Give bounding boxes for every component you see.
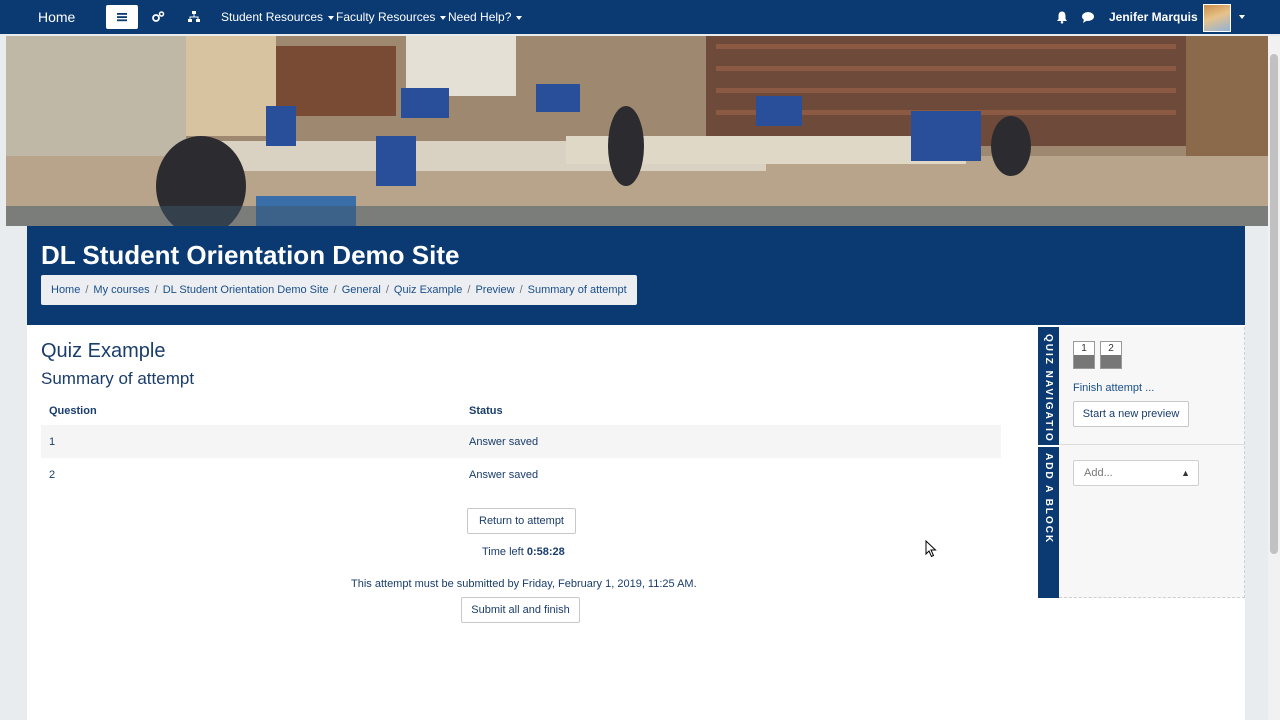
page-scrollbar[interactable]	[1268, 36, 1280, 720]
nav-menu-label: Student Resources	[221, 10, 324, 24]
column-header-status: Status	[469, 405, 503, 417]
caret-down-icon	[440, 15, 447, 20]
nav-menu-need-help[interactable]: Need Help?	[448, 10, 523, 24]
breadcrumb-separator: /	[385, 284, 389, 296]
bell-icon[interactable]	[1055, 10, 1069, 24]
answered-indicator	[1101, 355, 1121, 368]
breadcrumb-item[interactable]: Preview	[475, 284, 514, 296]
column-header-question: Question	[49, 405, 97, 417]
question-status: Answer saved	[469, 468, 539, 481]
library-photo	[6, 36, 1268, 226]
question-status: Answer saved	[469, 435, 539, 448]
quiz-title: Quiz Example	[41, 340, 166, 362]
breadcrumb-item[interactable]: General	[342, 284, 381, 296]
start-new-preview-button[interactable]: Start a new preview	[1073, 401, 1189, 427]
page-header: DL Student Orientation Demo Site Home / M…	[27, 226, 1245, 325]
breadcrumb-separator: /	[85, 284, 89, 296]
nav-menu-label: Need Help?	[448, 10, 512, 24]
time-left-label: Time left	[482, 546, 524, 558]
breadcrumb-separator: /	[154, 284, 158, 296]
breadcrumb-item[interactable]: Quiz Example	[394, 284, 462, 296]
question-nav-number: 1	[1081, 343, 1087, 354]
summary-title: Summary of attempt	[41, 369, 195, 388]
answered-indicator	[1074, 355, 1094, 368]
tab-quiz-navigation[interactable]: QUIZ NAVIGATIO	[1038, 331, 1059, 445]
site-title: DL Student Orientation Demo Site	[41, 240, 460, 270]
question-number[interactable]: 2	[49, 469, 55, 481]
tab-add-block[interactable]: ADD A BLOCK	[1038, 449, 1059, 549]
question-nav-button[interactable]: 1	[1073, 341, 1095, 369]
nav-menu-faculty-resources[interactable]: Faculty Resources	[336, 10, 447, 24]
breadcrumb-separator: /	[467, 284, 471, 296]
scrollbar-thumb[interactable]	[1270, 54, 1278, 554]
breadcrumb-separator: /	[333, 284, 337, 296]
breadcrumb: Home / My courses / DL Student Orientation…	[41, 275, 637, 305]
submit-deadline-note: This attempt must be submitted by Friday…	[351, 578, 697, 590]
hamburger-icon	[117, 13, 127, 22]
return-to-attempt-button[interactable]: Return to attempt	[467, 508, 576, 534]
caret-down-icon	[328, 15, 335, 20]
table-row: 2 Answer saved	[41, 458, 1001, 491]
block-drawer-strip: QUIZ NAVIGATIO ADD A BLOCK	[1038, 327, 1059, 598]
select-arrows-icon: ▲	[1181, 468, 1190, 478]
breadcrumb-item-current[interactable]: Summary of attempt	[528, 284, 627, 296]
add-block-select-value: Add...	[1084, 467, 1113, 479]
quiz-navigation-panel: 1 2 Finish attempt ... Start a new previ…	[1059, 327, 1245, 598]
nav-menu-student-resources[interactable]: Student Resources	[221, 10, 335, 24]
user-name[interactable]: Jenifer Marquis	[1109, 10, 1198, 24]
hero-image	[6, 36, 1268, 226]
add-block-select[interactable]: Add... ▲	[1073, 460, 1199, 486]
tab-label: QUIZ NAVIGATIO	[1043, 333, 1054, 443]
caret-down-icon[interactable]	[1239, 15, 1245, 19]
top-navbar: Home Student Resources Faculty Resources…	[0, 0, 1280, 34]
finish-attempt-link[interactable]: Finish attempt ...	[1073, 382, 1154, 394]
question-nav-number: 2	[1108, 343, 1114, 354]
divider	[1059, 444, 1245, 445]
breadcrumb-separator: /	[519, 284, 523, 296]
tab-label: ADD A BLOCK	[1043, 453, 1054, 545]
avatar[interactable]	[1203, 4, 1231, 32]
nav-home-link[interactable]: Home	[38, 9, 75, 25]
time-left-value: 0:58:28	[526, 546, 565, 558]
time-left: Time left 0:58:28	[482, 546, 565, 558]
breadcrumb-item[interactable]: DL Student Orientation Demo Site	[163, 284, 329, 296]
question-nav-button[interactable]: 2	[1100, 341, 1122, 369]
divider	[1038, 445, 1059, 447]
caret-down-icon	[516, 15, 523, 20]
nav-menu-label: Faculty Resources	[336, 10, 436, 24]
chat-icon[interactable]	[1081, 10, 1095, 24]
sitemap-icon[interactable]	[187, 10, 201, 24]
submit-all-and-finish-button[interactable]: Submit all and finish	[461, 597, 580, 623]
question-number[interactable]: 1	[49, 436, 55, 448]
mouse-cursor-icon	[925, 540, 937, 558]
cogs-icon[interactable]	[151, 10, 165, 24]
attempt-summary-table: Question Status 1 Answer saved 2 Answer …	[41, 397, 1001, 491]
table-row: 1 Answer saved	[41, 425, 1001, 458]
hamburger-button[interactable]	[106, 5, 138, 29]
breadcrumb-item[interactable]: Home	[51, 284, 80, 296]
breadcrumb-item[interactable]: My courses	[93, 284, 149, 296]
table-header: Question Status	[41, 397, 1001, 425]
